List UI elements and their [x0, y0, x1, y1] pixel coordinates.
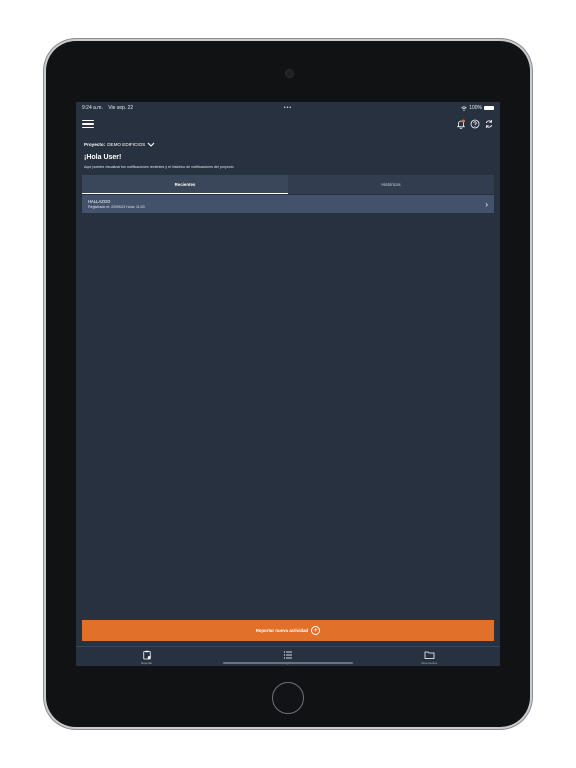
project-label: Proyecto: — [84, 142, 106, 147]
folder-icon — [424, 651, 435, 659]
chevron-right-icon: › — [485, 199, 488, 209]
project-name: DEMO EDIFICIOS — [107, 142, 146, 147]
tabbar-label-documentos: Documentos — [421, 660, 438, 665]
home-button[interactable] — [272, 682, 304, 714]
app-header — [82, 117, 494, 131]
menu-icon[interactable] — [82, 119, 94, 129]
notification-bell-icon[interactable] — [456, 119, 466, 129]
status-date: Vie sep. 22 — [108, 105, 134, 111]
notification-item[interactable]: HALLAZGO Registrado el: 22/09/23 Hora: 1… — [82, 195, 494, 213]
status-bar: 9:24 a.m. Vie sep. 22 ••• 100% — [82, 103, 494, 113]
tabbar-reportar[interactable]: Reportar — [117, 650, 177, 665]
multitask-dots-icon[interactable]: ••• — [284, 105, 292, 111]
notification-tabs: Recientes Históricos — [82, 175, 494, 194]
refresh-icon[interactable] — [484, 119, 494, 129]
greeting-title: ¡Hola User! — [84, 154, 122, 161]
plus-circle-icon: + — [311, 626, 321, 635]
ipad-device: 9:24 a.m. Vie sep. 22 ••• 100% Proyecto:… — [46, 41, 530, 727]
battery-percent: 100% — [469, 105, 482, 111]
status-time: 9:24 a.m. — [82, 105, 103, 111]
home-indicator[interactable] — [223, 662, 353, 664]
notification-title: HALLAZGO — [88, 199, 111, 204]
help-icon[interactable] — [470, 119, 480, 129]
chevron-down-icon — [147, 142, 155, 147]
notification-meta: Registrado el: 22/09/23 Hora: 11:03 — [88, 205, 145, 209]
wifi-icon — [461, 105, 467, 111]
project-selector[interactable]: Proyecto: DEMO EDIFICIOS — [84, 142, 155, 147]
tab-historicos[interactable]: Históricos — [288, 175, 494, 194]
camera-icon — [284, 69, 294, 78]
report-activity-button[interactable]: Reportar nueva actividad + — [82, 620, 494, 641]
tabbar-label-reportar: Reportar — [141, 660, 153, 665]
tab-recientes[interactable]: Recientes — [82, 175, 288, 194]
list-icon — [283, 650, 292, 659]
page-subtitle: Aquí puedes visualizar tus notificacione… — [84, 165, 234, 169]
report-button-label: Reportar nueva actividad — [255, 628, 309, 633]
clipboard-icon — [143, 650, 151, 659]
app-screen: 9:24 a.m. Vie sep. 22 ••• 100% Proyecto:… — [76, 102, 500, 666]
battery-icon — [484, 106, 494, 110]
tabbar-documentos[interactable]: Documentos — [399, 650, 459, 665]
